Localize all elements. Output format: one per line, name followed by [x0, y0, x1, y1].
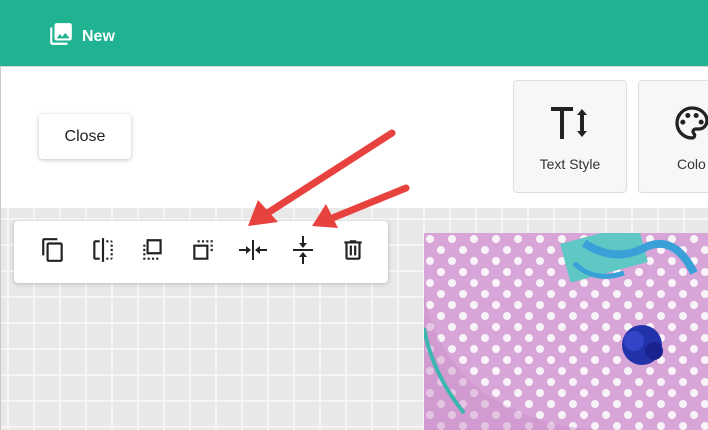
flip-button[interactable] [78, 232, 128, 272]
center-vertical-icon [290, 235, 316, 270]
top-bar: New [0, 0, 708, 67]
object-toolbar [14, 221, 388, 283]
send-backward-button[interactable] [178, 232, 228, 272]
flip-icon [90, 237, 116, 268]
app-title: New [82, 27, 115, 45]
bring-forward-button[interactable] [128, 232, 178, 272]
paper-plate-photo[interactable] [424, 233, 708, 430]
text-style-label: Text Style [539, 156, 601, 172]
delete-icon [340, 237, 366, 268]
brand[interactable]: New [48, 21, 115, 52]
center-horizontal-button[interactable] [228, 232, 278, 272]
color-label: Colo [677, 156, 706, 172]
duplicate-icon [40, 237, 66, 268]
bring-forward-icon [140, 237, 166, 268]
text-size-icon [514, 103, 626, 143]
delete-button[interactable] [328, 232, 378, 272]
duplicate-button[interactable] [28, 232, 78, 272]
send-backward-icon [190, 237, 216, 268]
center-horizontal-icon [238, 237, 268, 268]
palette-icon [639, 103, 708, 143]
close-button[interactable]: Close [39, 114, 131, 159]
photo-library-icon [48, 21, 74, 52]
center-vertical-button[interactable] [278, 232, 328, 272]
text-style-button[interactable]: Text Style [513, 80, 627, 193]
color-button[interactable]: Colo [638, 80, 708, 193]
